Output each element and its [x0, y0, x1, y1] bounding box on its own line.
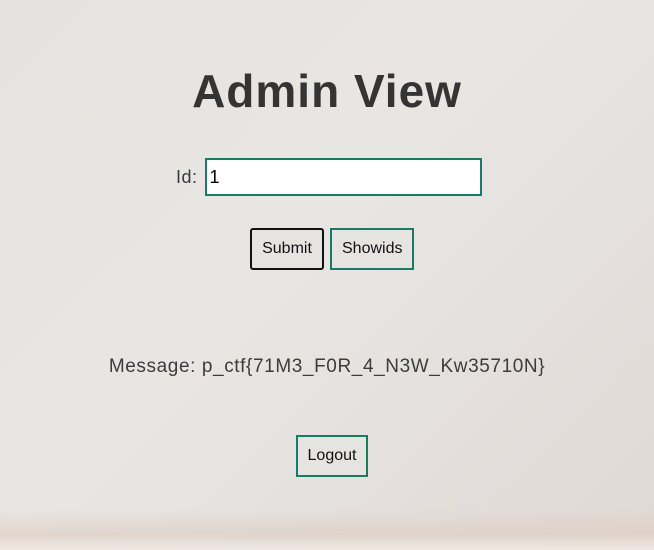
submit-button[interactable]: Submit — [250, 228, 324, 270]
message-text: Message: p_ctf{71M3_F0R_4_N3W_Kw35710N} — [108, 356, 546, 377]
form-buttons: Submit Showids — [250, 228, 414, 270]
showids-button[interactable]: Showids — [330, 228, 414, 270]
logout-button[interactable]: Logout — [296, 435, 368, 477]
page-title: Admin View — [192, 65, 462, 117]
id-input[interactable] — [204, 158, 482, 196]
id-form-row: Id: — [176, 158, 482, 196]
id-label: Id: — [176, 166, 198, 187]
background-fade — [0, 510, 654, 550]
